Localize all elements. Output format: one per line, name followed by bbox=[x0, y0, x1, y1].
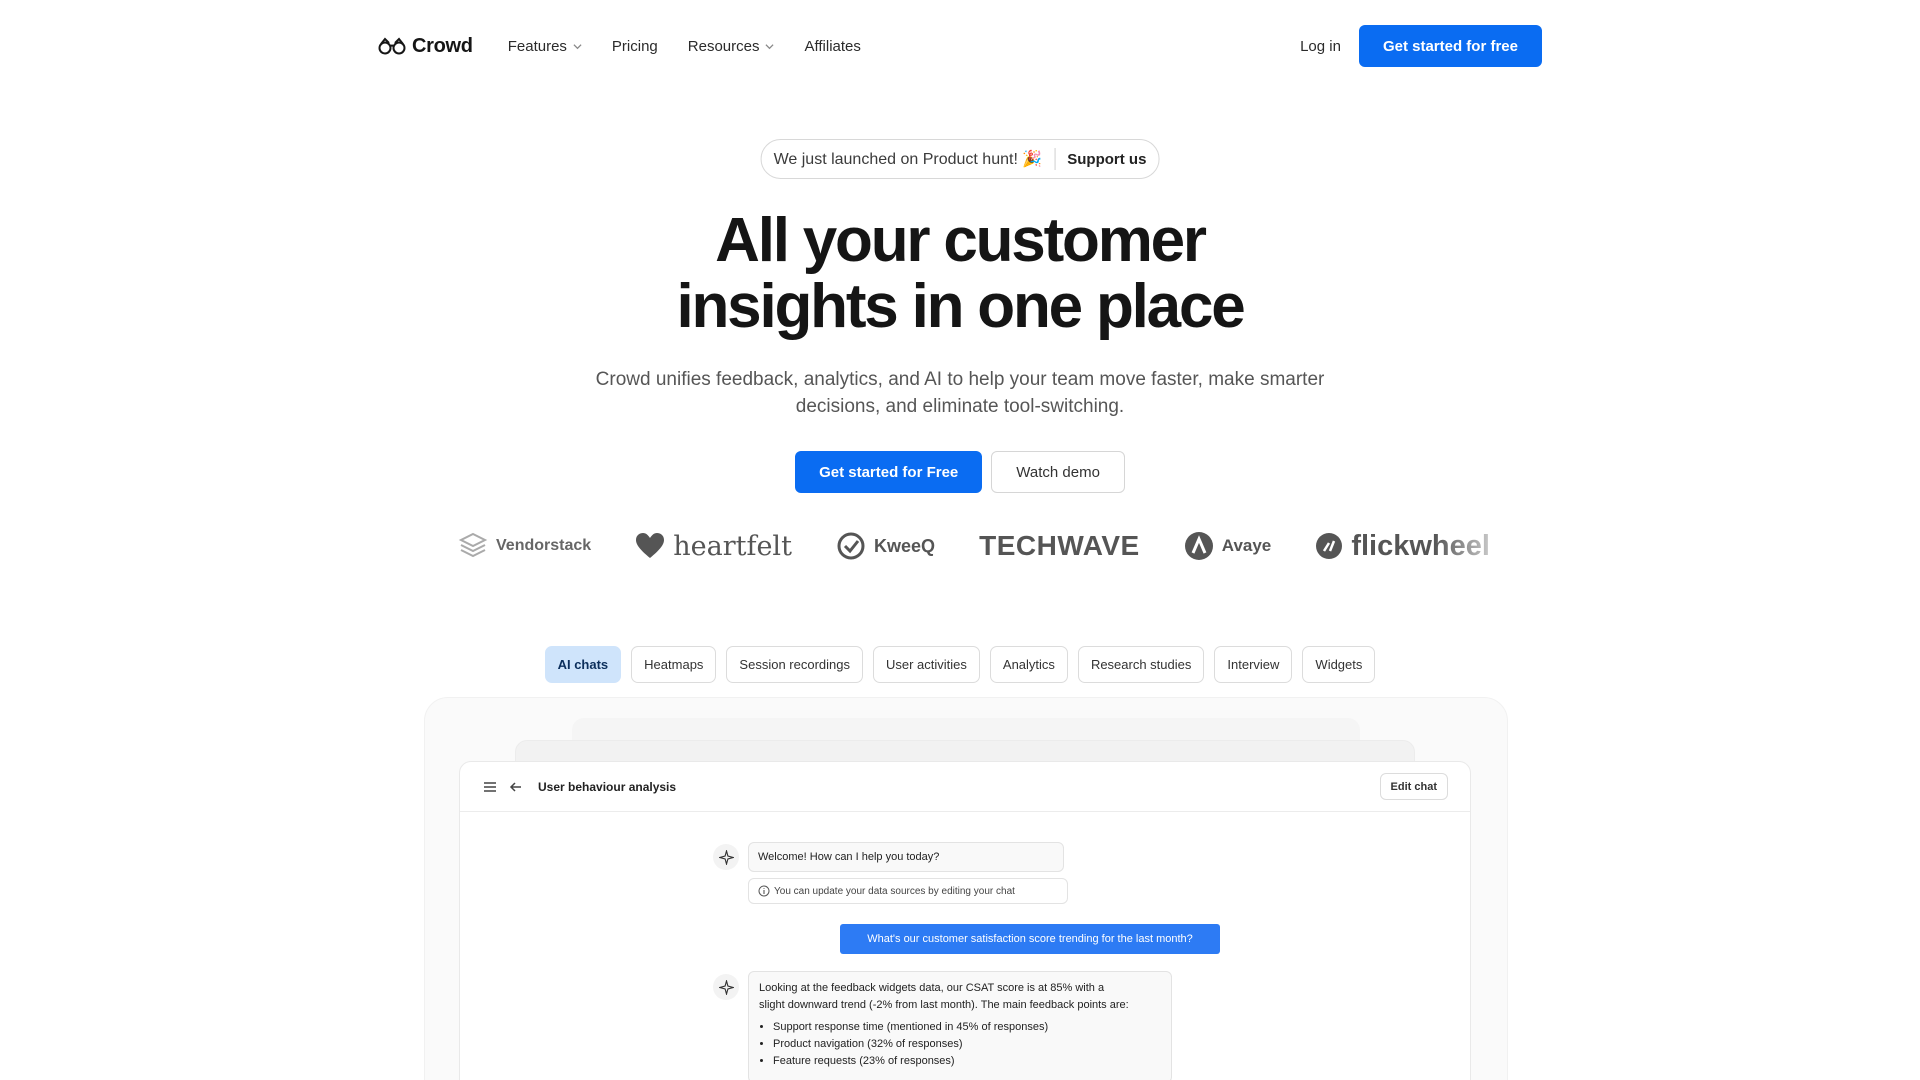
notice-text: You can update your data sources by edit… bbox=[774, 885, 1015, 897]
nav-pricing-label: Pricing bbox=[611, 37, 658, 55]
feature-tabs: AI chats Heatmaps Session recordings Use… bbox=[0, 646, 1920, 683]
chevron-down-icon bbox=[573, 43, 582, 49]
chat-window-header: User behaviour analysis Edit chat bbox=[460, 762, 1470, 812]
answer-line2: slight downward trend (-2% from last mon… bbox=[759, 999, 1129, 1011]
logo-vendorstack: Vendorstack bbox=[458, 531, 591, 561]
user-message: What's our customer satisfaction score t… bbox=[840, 924, 1220, 954]
brand-logo[interactable]: Crowd bbox=[378, 35, 473, 58]
hero-title-line2: insights in one place bbox=[676, 272, 1245, 341]
answer-points: Support response time (mentioned in 45% … bbox=[759, 1019, 1161, 1070]
sparkle-icon bbox=[718, 849, 734, 865]
answer-point: Feature requests (23% of responses) bbox=[773, 1053, 1161, 1070]
tab-analytics[interactable]: Analytics bbox=[989, 646, 1068, 683]
logo-avaye-text: Avaye bbox=[1221, 536, 1272, 555]
binoculars-icon bbox=[378, 37, 406, 55]
logo-avaye: Avaye bbox=[1184, 531, 1271, 561]
announcement-pill: We just launched on Product hunt! 🎉 Supp… bbox=[760, 139, 1160, 179]
hero-subtitle: Crowd unifies feedback, analytics, and A… bbox=[0, 366, 1920, 420]
ai-avatar bbox=[713, 844, 739, 870]
tab-heatmaps[interactable]: Heatmaps bbox=[631, 646, 717, 683]
hero-title: All your customer insights in one place bbox=[0, 208, 1920, 340]
avaye-mark-icon bbox=[1184, 532, 1213, 560]
nav-pricing[interactable]: Pricing bbox=[597, 38, 673, 55]
hero-subtitle-line2: decisions, and eliminate tool-switching. bbox=[795, 396, 1125, 417]
announcement-text: We just launched on Product hunt! 🎉 bbox=[773, 151, 1043, 168]
nav-links: Features Pricing Resources Affiliates bbox=[493, 38, 876, 55]
tab-session-recordings[interactable]: Session recordings bbox=[726, 646, 863, 683]
nav-resources[interactable]: Resources bbox=[673, 38, 790, 55]
logo-kweeq-text: KweeQ bbox=[874, 535, 936, 556]
nav-features[interactable]: Features bbox=[493, 38, 597, 55]
chat-thread: Welcome! How can I help you today? You c… bbox=[460, 812, 1470, 1080]
tab-research-studies[interactable]: Research studies bbox=[1077, 646, 1205, 683]
tab-widgets[interactable]: Widgets bbox=[1302, 646, 1376, 683]
ai-welcome-message: Welcome! How can I help you today? bbox=[748, 842, 1064, 872]
ai-avatar bbox=[713, 974, 739, 1000]
logo-flickwheel-text: flickwheel bbox=[1351, 529, 1490, 562]
menu-icon[interactable] bbox=[482, 779, 498, 795]
support-us-link[interactable]: Support us bbox=[1055, 151, 1146, 168]
nav-features-label: Features bbox=[507, 37, 567, 55]
hero-cta-group: Get started for Free Watch demo bbox=[0, 451, 1920, 493]
tab-user-activities[interactable]: User activities bbox=[872, 646, 980, 683]
logo-techwave: TECHWAVE bbox=[979, 530, 1140, 562]
answer-point: Support response time (mentioned in 45% … bbox=[773, 1019, 1161, 1036]
tab-ai-chats[interactable]: AI chats bbox=[544, 646, 622, 683]
flickwheel-mark-icon bbox=[1316, 533, 1343, 559]
answer-point: Product navigation (32% of responses) bbox=[773, 1036, 1161, 1053]
watch-demo-button[interactable]: Watch demo bbox=[991, 451, 1125, 493]
logo-kweeq: KweeQ bbox=[836, 531, 935, 561]
info-icon bbox=[758, 885, 770, 897]
login-link[interactable]: Log in bbox=[1292, 38, 1349, 55]
data-source-notice: You can update your data sources by edit… bbox=[748, 878, 1068, 904]
nav-affiliates[interactable]: Affiliates bbox=[789, 38, 875, 55]
logo-heartfelt-text: heartfelt bbox=[673, 530, 792, 562]
sparkle-icon bbox=[718, 979, 734, 995]
hero-title-line1: All your customer bbox=[715, 206, 1207, 275]
answer-line1: Looking at the feedback widgets data, ou… bbox=[759, 982, 1105, 994]
hero-subtitle-line1: Crowd unifies feedback, analytics, and A… bbox=[595, 369, 1325, 390]
logo-flickwheel: flickwheel bbox=[1315, 530, 1490, 563]
get-started-nav-button[interactable]: Get started for free bbox=[1358, 25, 1542, 67]
logo-vendorstack-text: Vendorstack bbox=[496, 537, 592, 554]
chat-window: User behaviour analysis Edit chat Welcom… bbox=[459, 761, 1471, 1080]
heart-icon bbox=[636, 533, 665, 558]
nav-resources-label: Resources bbox=[687, 37, 760, 55]
logo-techwave-text: TECHWAVE bbox=[979, 530, 1140, 561]
tab-interview[interactable]: Interview bbox=[1214, 646, 1293, 683]
chat-title: User behaviour analysis bbox=[538, 779, 677, 794]
ai-answer-message: Looking at the feedback widgets data, ou… bbox=[748, 971, 1172, 1080]
check-circle-icon bbox=[837, 532, 865, 560]
logo-heartfelt: heartfelt bbox=[635, 531, 792, 562]
brand-name: Crowd bbox=[412, 34, 473, 57]
edit-chat-button[interactable]: Edit chat bbox=[1379, 773, 1448, 800]
customer-logos: Vendorstack heartfelt KweeQ TECHWAVE Ava… bbox=[458, 526, 1490, 566]
back-arrow-icon[interactable] bbox=[508, 779, 524, 795]
top-nav: Crowd Features Pricing Resources Affilia… bbox=[378, 24, 1542, 68]
nav-affiliates-label: Affiliates bbox=[804, 37, 861, 55]
stack-icon bbox=[458, 532, 488, 558]
chevron-down-icon bbox=[765, 43, 775, 49]
nav-actions: Log in Get started for free bbox=[1292, 25, 1542, 67]
get-started-hero-button[interactable]: Get started for Free bbox=[795, 451, 983, 493]
